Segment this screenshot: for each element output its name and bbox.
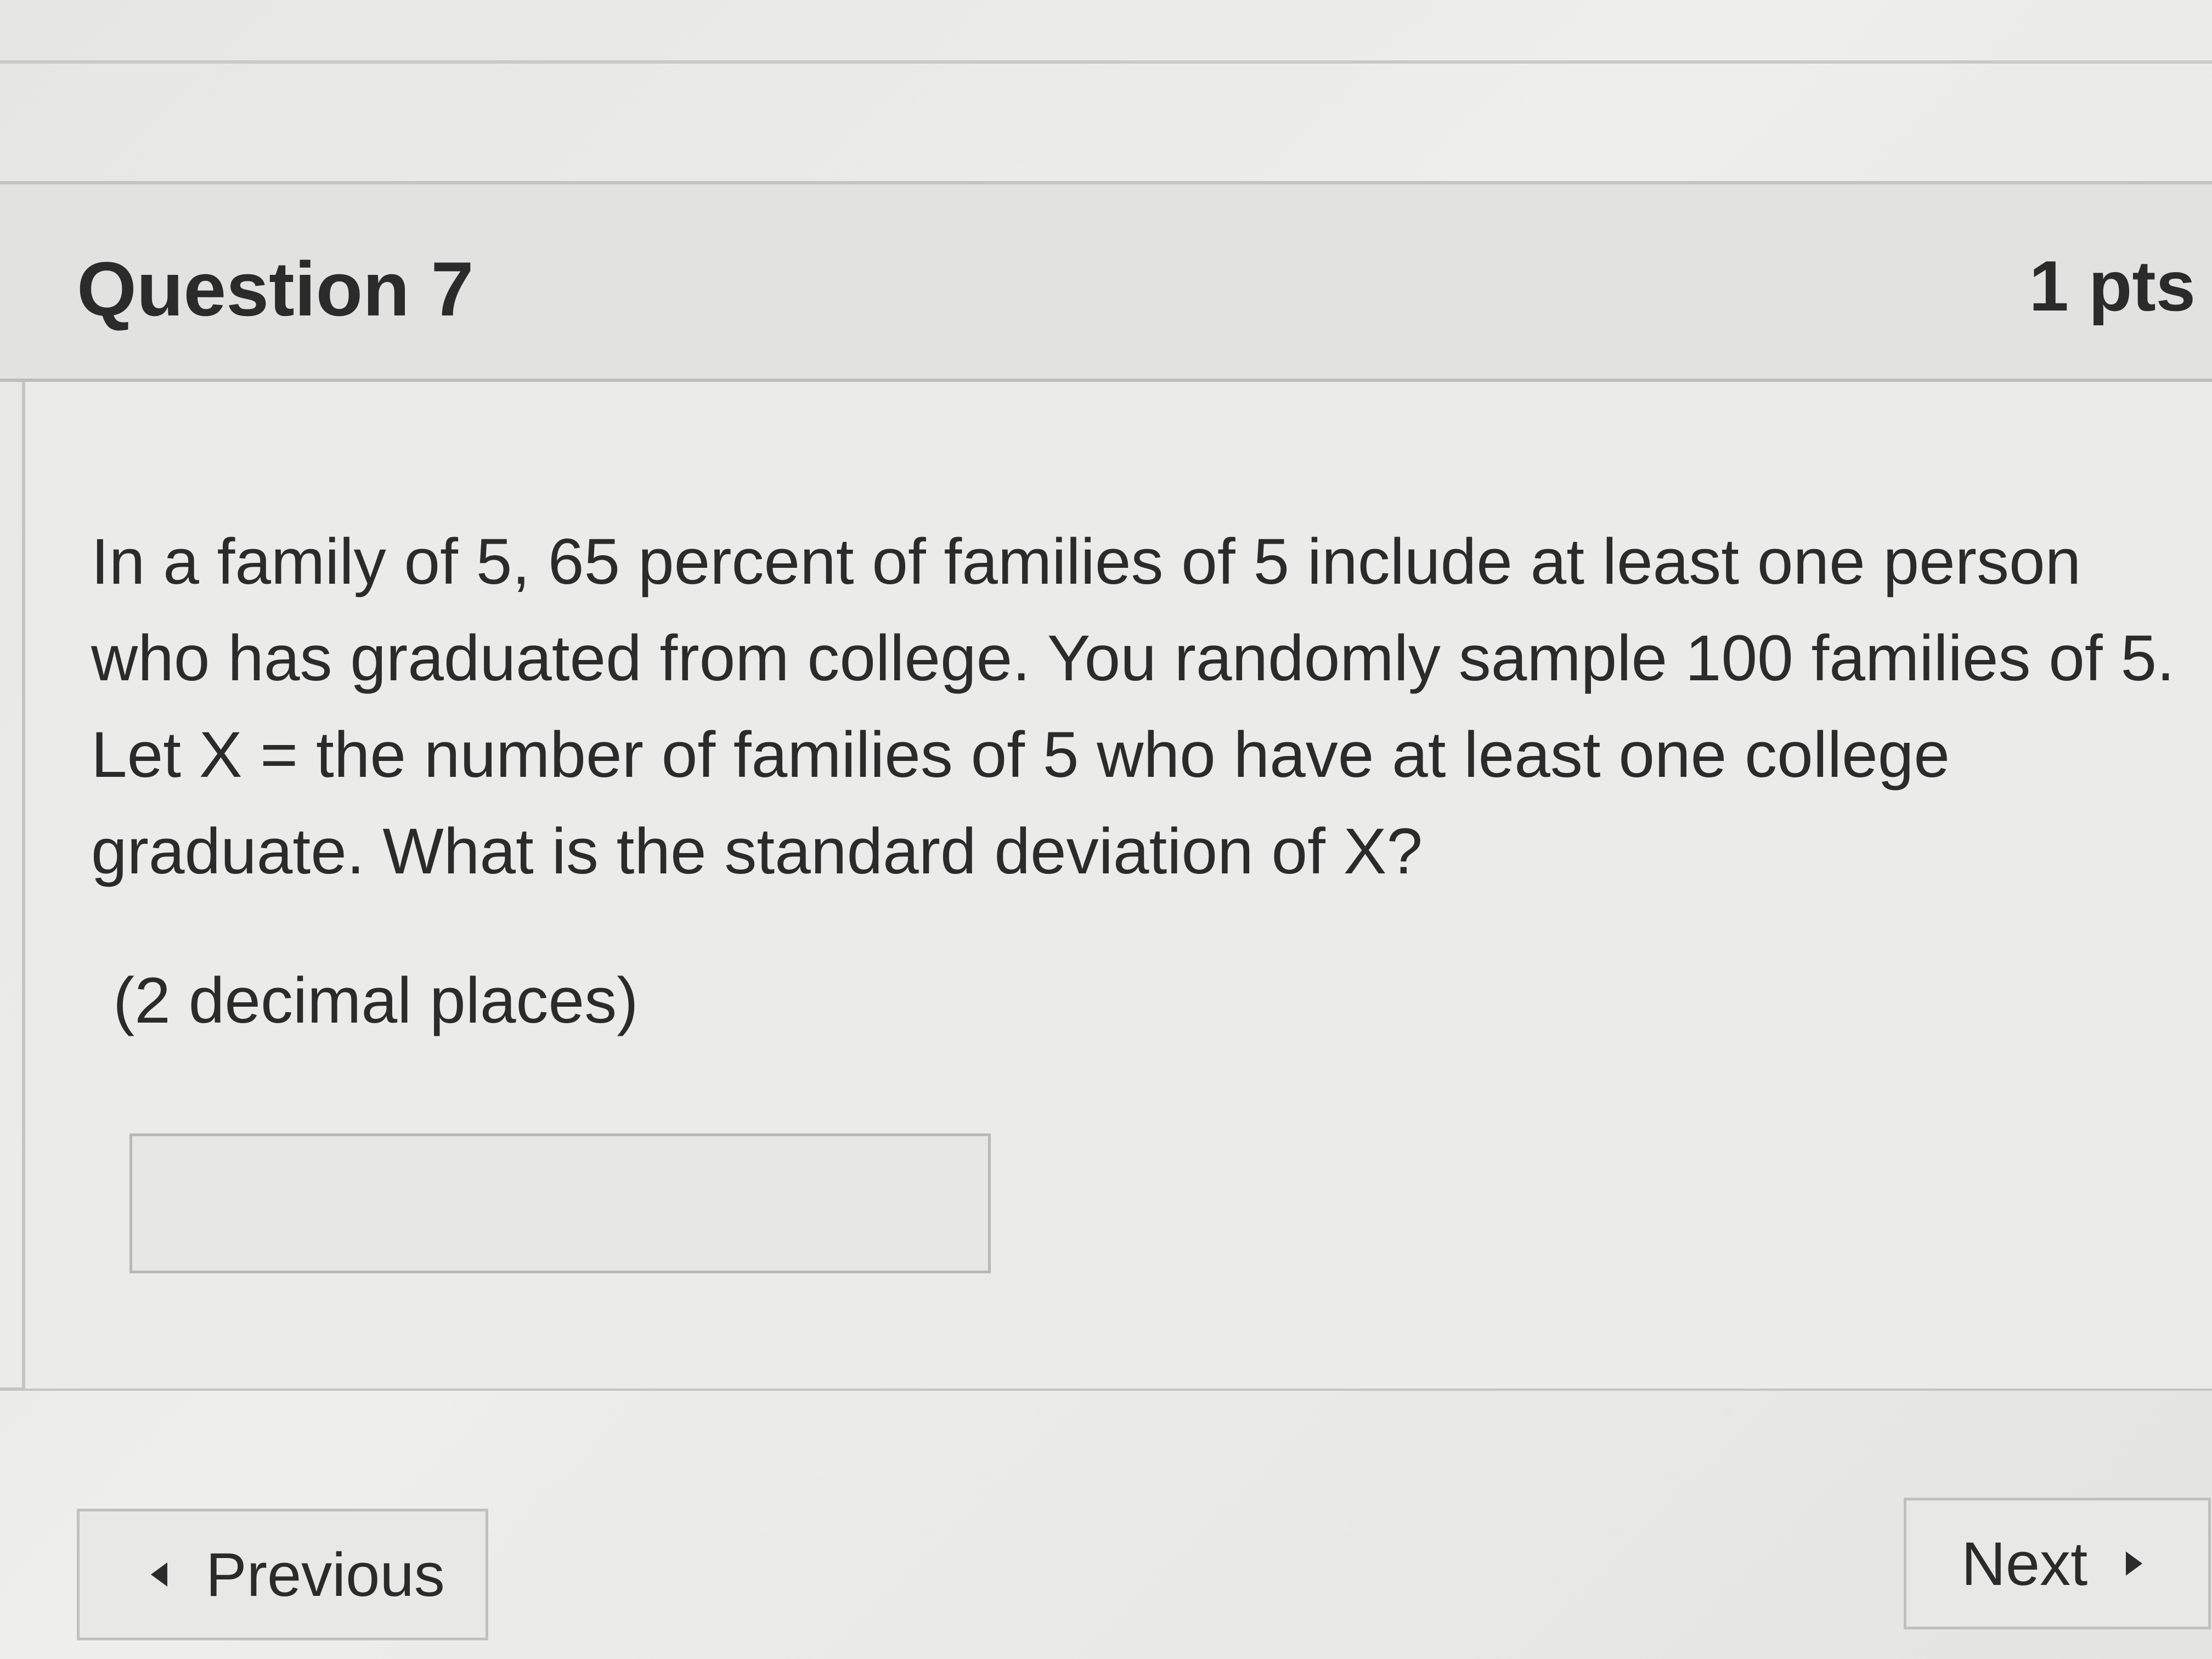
question-points: 1 pts: [2029, 246, 2196, 326]
question-body: In a family of 5, 65 percent of families…: [22, 382, 2212, 1389]
answer-input[interactable]: [129, 1133, 991, 1273]
caret-right-icon: [2126, 1551, 2143, 1576]
top-divider: [0, 60, 2212, 64]
question-hint: (2 decimal places): [113, 964, 639, 1037]
question-text: In a family of 5, 65 percent of families…: [91, 526, 2175, 888]
quiz-page: Question 7 1 pts In a family of 5, 65 pe…: [0, 0, 2212, 1659]
question-title: Question 7: [77, 246, 474, 332]
previous-button[interactable]: Previous: [77, 1509, 488, 1640]
caret-left-icon: [151, 1562, 167, 1587]
next-label: Next: [1961, 1529, 2088, 1598]
next-button[interactable]: Next: [1904, 1498, 2211, 1629]
previous-label: Previous: [206, 1540, 445, 1609]
question-card: Question 7 1 pts In a family of 5, 65 pe…: [0, 181, 2212, 1391]
question-header: Question 7 1 pts: [0, 184, 2212, 382]
